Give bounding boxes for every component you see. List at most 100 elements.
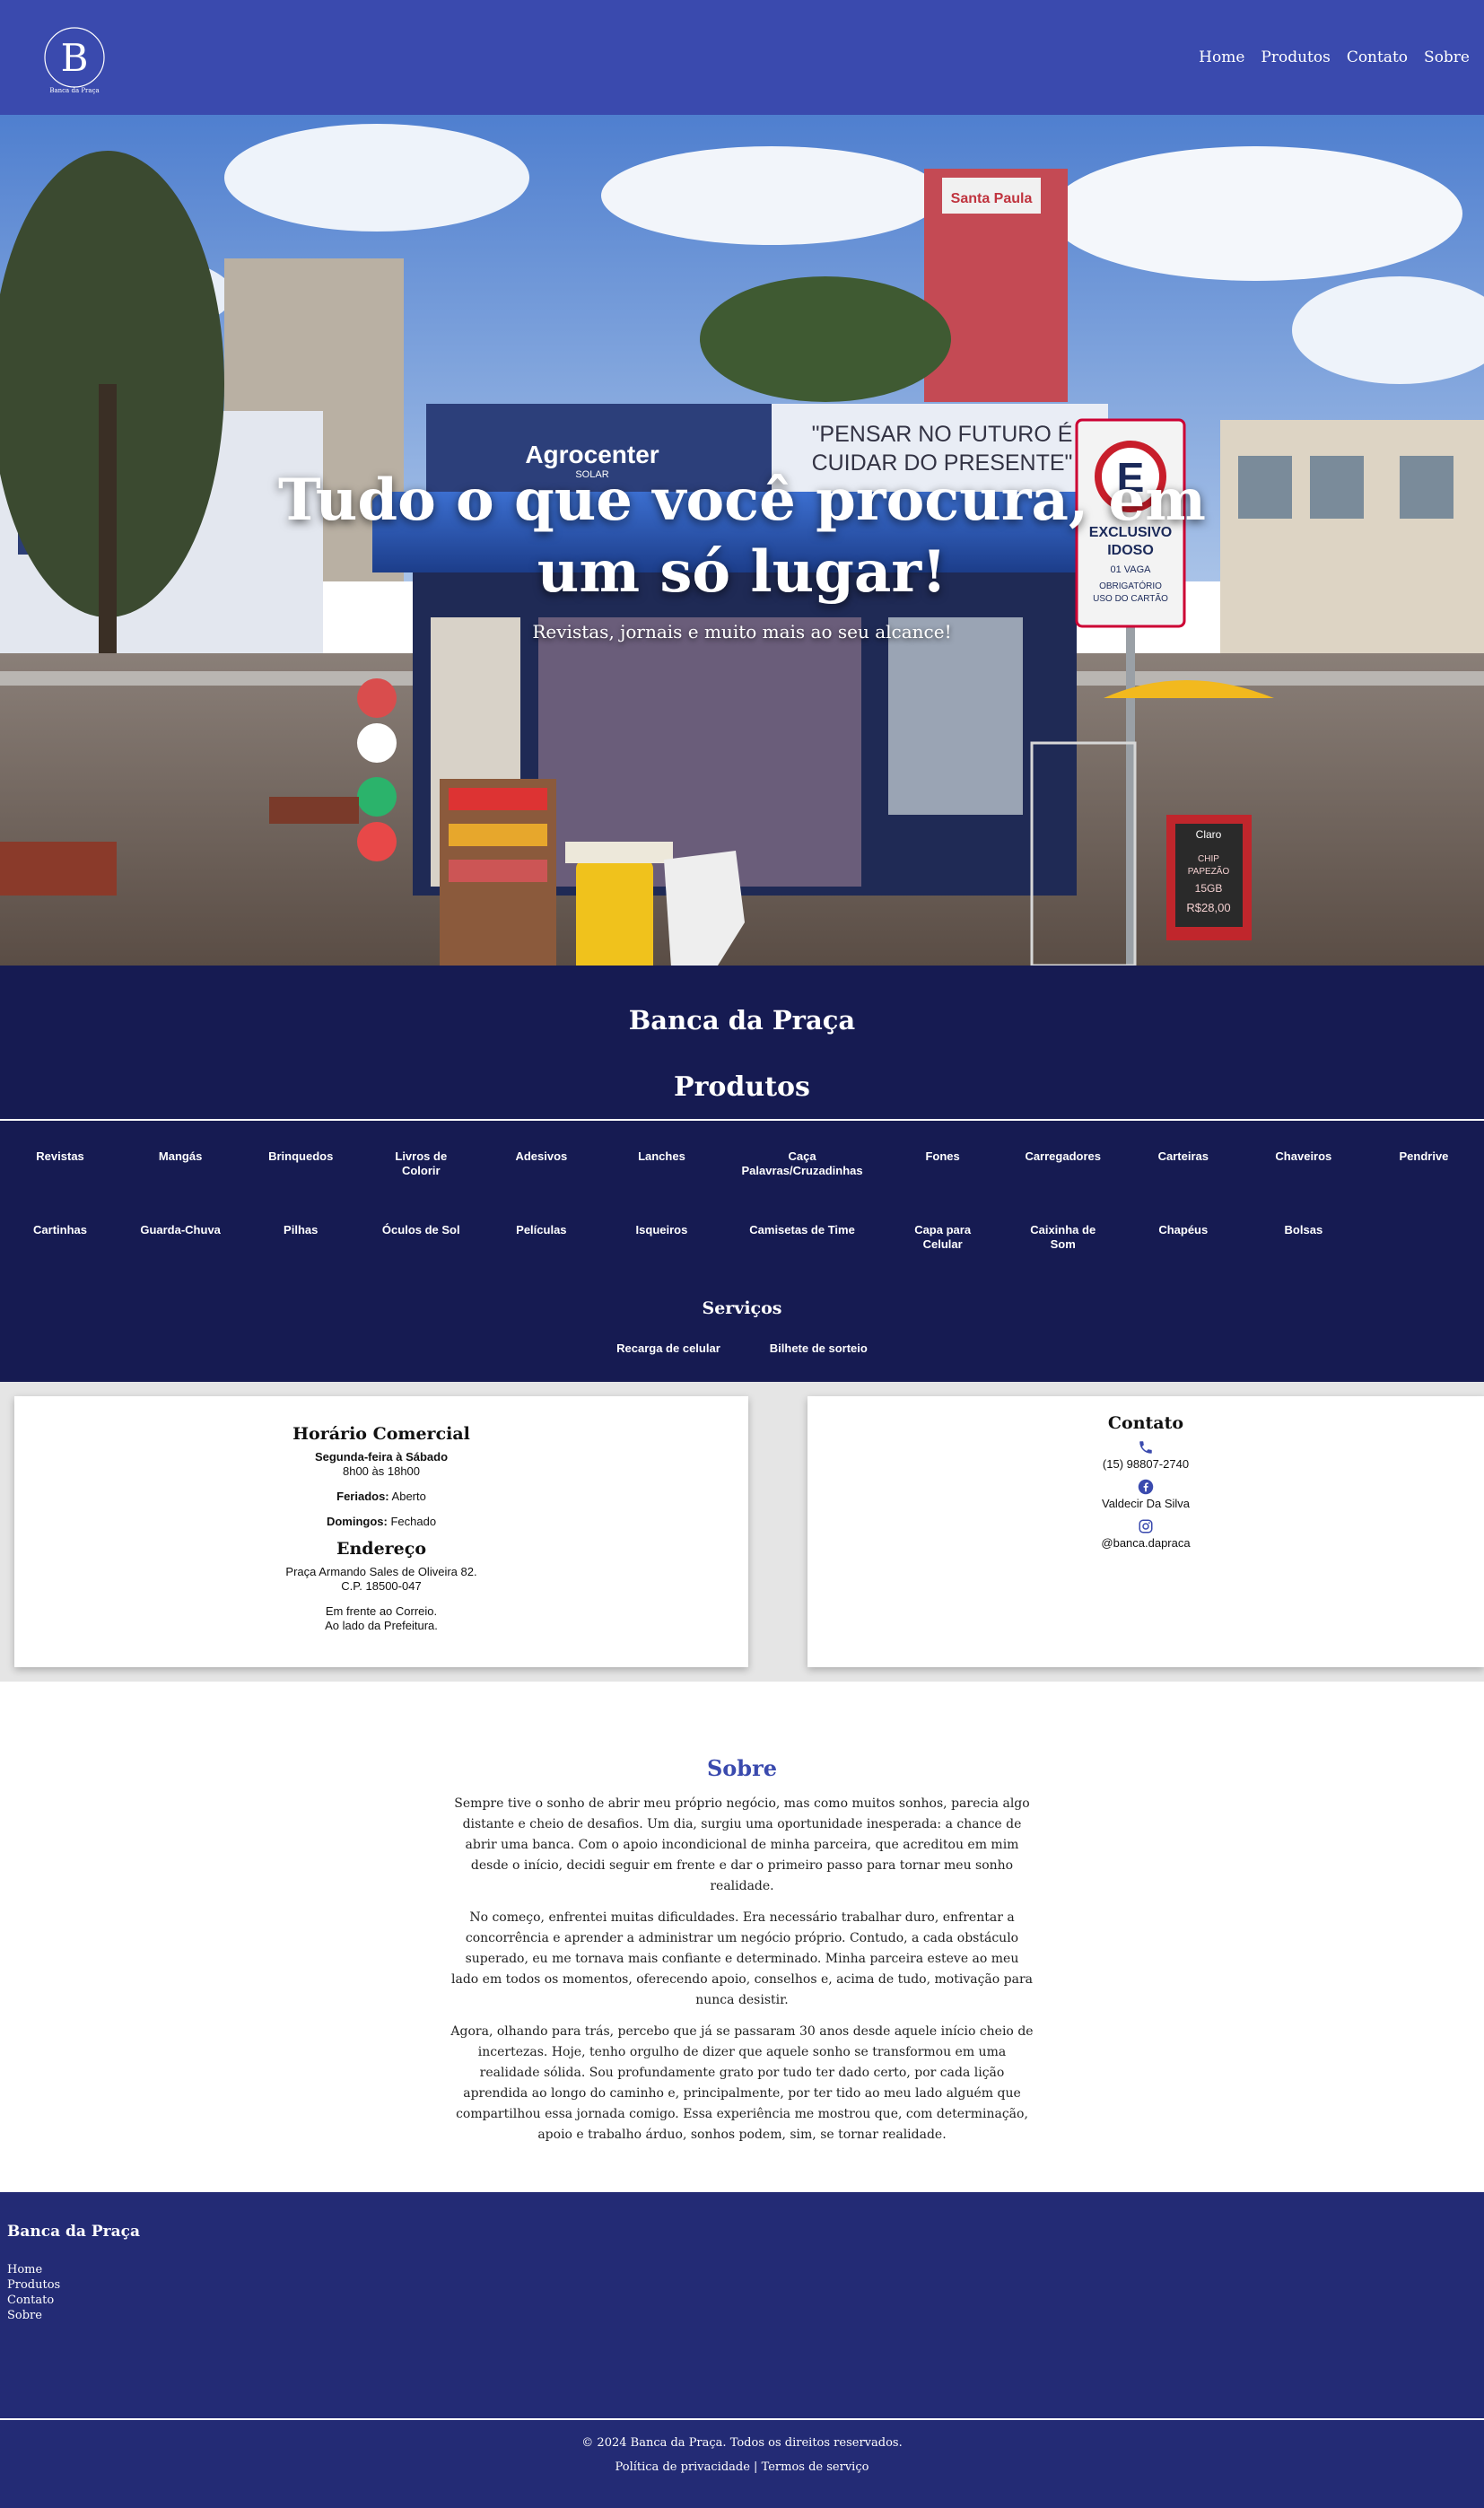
product-item: Caixinha de Som: [1030, 1223, 1096, 1251]
about-paragraph: No começo, enfrentei muitas dificuldades…: [451, 1910, 1033, 2007]
instagram-icon: [1139, 1519, 1153, 1534]
service-item: Bilhete de sorteio: [769, 1341, 868, 1355]
legal-links: Política de privacidade | Termos de serv…: [0, 2460, 1484, 2474]
contact-card: Contato (15) 98807-2740 Valdecir Da Silv…: [807, 1396, 1484, 1667]
product-item: Películas: [516, 1223, 567, 1237]
chalk-line-2: PAPEZÃO: [1188, 865, 1230, 877]
holiday-label: Feriados:: [336, 1490, 389, 1503]
product-item: Pendrive: [1399, 1149, 1449, 1163]
sunday-label: Domingos:: [326, 1515, 388, 1528]
instagram-handle: @banca.dapraca: [1101, 1536, 1191, 1550]
products-title: Produtos: [674, 1071, 810, 1103]
brand-title: Banca da Praça: [628, 1005, 856, 1036]
logo[interactable]: B Banca da Praça: [43, 19, 106, 96]
product-item: Carregadores: [1025, 1149, 1101, 1163]
reference-line-1: Em frente ao Correio.: [325, 1604, 438, 1618]
products-grid: Revistas Mangás Brinquedos Livros de Col…: [0, 1121, 1484, 1252]
logo-letter: B: [61, 36, 89, 80]
footer-link-produtos[interactable]: Produtos: [7, 2277, 1477, 2293]
hours-card: Horário Comercial Segunda-feira à Sábado…: [14, 1396, 748, 1667]
weekday-value: 8h00 às 18h00: [342, 1464, 421, 1478]
logo-emblem: B Banca da Praça: [44, 27, 105, 94]
address: Praça Armando Sales de Oliveira 82. C.P.…: [14, 1565, 748, 1594]
phone-number: (15) 98807-2740: [1102, 1457, 1190, 1471]
address-title: Endereço: [336, 1539, 426, 1559]
about-section: Sobre Sempre tive o sonho de abrir meu p…: [0, 1682, 1484, 2192]
product-item: Guarda-Chuva: [140, 1223, 221, 1237]
main-nav: Home Produtos Contato Sobre: [1199, 48, 1470, 66]
footer-links: Home Produtos Contato Sobre: [7, 2262, 1477, 2323]
product-item: Capa para Celular: [914, 1223, 972, 1251]
weekday-hours: Segunda-feira à Sábado 8h00 às 18h00: [14, 1450, 748, 1479]
product-item: Adesivos: [515, 1149, 568, 1163]
footer-link-home[interactable]: Home: [7, 2262, 1477, 2277]
product-item: Brinquedos: [268, 1149, 334, 1163]
product-item: Pilhas: [284, 1223, 319, 1237]
terms-link[interactable]: Termos de serviço: [762, 2460, 869, 2474]
hero-title: Tudo o que você procura, em um só lugar!: [278, 467, 1206, 606]
product-item: Chapéus: [1158, 1223, 1209, 1237]
nav-home[interactable]: Home: [1199, 48, 1244, 66]
footer-main: Banca da Praça Home Produtos Contato Sob…: [0, 2192, 1484, 2418]
footer-link-sobre[interactable]: Sobre: [7, 2308, 1477, 2323]
product-item: Chaveiros: [1275, 1149, 1332, 1163]
legal-separator: |: [754, 2460, 758, 2474]
contact-instagram[interactable]: @banca.dapraca: [807, 1518, 1484, 1551]
products-section: Banca da Praça Produtos Revistas Mangás …: [0, 966, 1484, 1382]
product-item: Caça Palavras/Cruzadinhas: [741, 1149, 863, 1177]
sunday-hours: Domingos: Fechado: [14, 1515, 748, 1529]
copyright: © 2024 Banca da Praça. Todos os direitos…: [581, 2436, 903, 2450]
site-footer: Banca da Praça Home Produtos Contato Sob…: [0, 2192, 1484, 2508]
info-section: Horário Comercial Segunda-feira à Sábado…: [0, 1382, 1484, 1682]
chalk-line-3: 15GB: [1195, 882, 1223, 895]
hours-title: Horário Comercial: [292, 1424, 470, 1444]
hero-section: Santa Paula Agrocenter SOLAR "PENSAR NO …: [0, 115, 1484, 966]
address-line-2: C.P. 18500-047: [341, 1579, 422, 1593]
address-line-1: Praça Armando Sales de Oliveira 82.: [285, 1565, 477, 1578]
product-item: Óculos de Sol: [381, 1223, 460, 1237]
contact-phone[interactable]: (15) 98807-2740: [807, 1439, 1484, 1472]
holiday-hours: Feriados: Aberto: [14, 1490, 748, 1504]
product-item: Livros de Colorir: [395, 1149, 448, 1177]
product-item: Bolsas: [1284, 1223, 1323, 1237]
product-item: Camisetas de Time: [749, 1223, 855, 1237]
services-list: Recarga de celular Bilhete de sorteio: [0, 1341, 1484, 1355]
contact-title: Contato: [1107, 1413, 1184, 1433]
product-item: Fones: [925, 1149, 960, 1163]
nav-contato[interactable]: Contato: [1347, 48, 1408, 66]
about-paragraph: Agora, olhando para trás, percebo que já…: [450, 2024, 1034, 2142]
about-paragraph: Sempre tive o sonho de abrir meu próprio…: [454, 1796, 1030, 1893]
address-reference: Em frente ao Correio. Ao lado da Prefeit…: [14, 1604, 748, 1633]
logo-caption: Banca da Praça: [49, 87, 99, 94]
nav-sobre[interactable]: Sobre: [1424, 48, 1470, 66]
contact-facebook[interactable]: Valdecir Da Silva: [807, 1479, 1484, 1511]
weekday-label: Segunda-feira à Sábado: [314, 1450, 449, 1464]
sunday-value: Fechado: [390, 1515, 437, 1528]
footer-bottom: © 2024 Banca da Praça. Todos os direitos…: [0, 2420, 1484, 2508]
product-item: Revistas: [36, 1149, 84, 1163]
service-item: Recarga de celular: [616, 1341, 720, 1355]
reference-line-2: Ao lado da Prefeitura.: [325, 1619, 438, 1632]
product-item: Lanches: [638, 1149, 685, 1163]
chalk-line-1: CHIP: [1198, 854, 1219, 864]
nav-produtos[interactable]: Produtos: [1261, 48, 1330, 66]
hero-subtitle: Revistas, jornais e muito mais ao seu al…: [532, 621, 952, 642]
privacy-link[interactable]: Política de privacidade: [615, 2460, 750, 2474]
chalk-brand: Claro: [1196, 828, 1222, 841]
banner-slogan-1: "PENSAR NO FUTURO É: [812, 421, 1073, 447]
product-item: Isqueiros: [635, 1223, 688, 1237]
holiday-value: Aberto: [391, 1490, 426, 1503]
product-item: Cartinhas: [33, 1223, 88, 1237]
footer-link-contato[interactable]: Contato: [7, 2293, 1477, 2308]
site-header: B Banca da Praça Home Produtos Contato S…: [0, 0, 1484, 115]
facebook-icon: [1138, 1479, 1154, 1495]
services-title: Serviços: [702, 1298, 782, 1318]
footer-brand: Banca da Praça: [7, 2223, 140, 2241]
hero-text: Tudo o que você procura, em um só lugar!…: [0, 465, 1484, 642]
facebook-name: Valdecir Da Silva: [1101, 1497, 1191, 1510]
about-title: Sobre: [706, 1755, 778, 1781]
product-item: Mangás: [158, 1149, 203, 1163]
product-item: Carteiras: [1157, 1149, 1209, 1163]
chalk-line-4: R$28,00: [1186, 901, 1230, 914]
store-sign-text: Santa Paula: [951, 191, 1033, 206]
